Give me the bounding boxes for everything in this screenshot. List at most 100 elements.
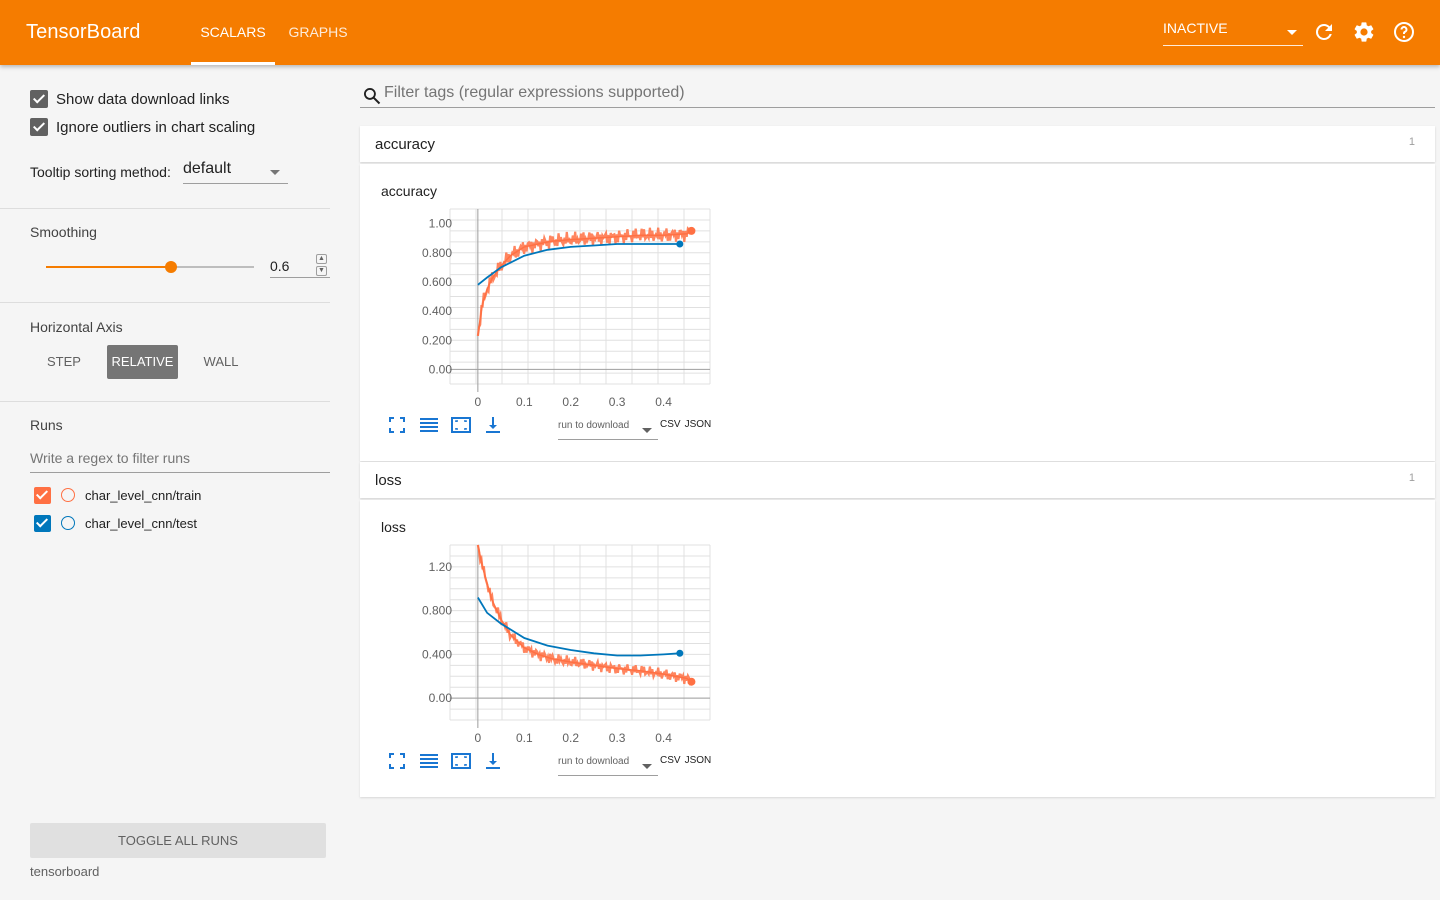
smoothing-slider[interactable] bbox=[46, 261, 254, 273]
chevron-down-icon bbox=[270, 170, 280, 175]
run-item-test[interactable]: char_level_cnn/test bbox=[34, 513, 197, 533]
axis-relative-button[interactable]: RELATIVE bbox=[107, 345, 178, 379]
search-icon bbox=[364, 88, 381, 105]
run-to-download-value: run to download bbox=[558, 756, 630, 767]
y-tick-label: 0.00 bbox=[429, 691, 453, 705]
csv-link[interactable]: CSV bbox=[660, 419, 681, 430]
smoothing-slider-knob[interactable] bbox=[164, 261, 177, 273]
run-to-download-value: run to download bbox=[558, 420, 630, 431]
ignore-outliers-label: Ignore outliers in chart scaling bbox=[56, 118, 256, 136]
chart-card-loss: loss 0.00 0.400 0.800 1.20 0 0.1 0.2 0.3 0.4 run… bbox=[360, 500, 1435, 797]
gear-icon[interactable] bbox=[1352, 20, 1376, 44]
checkbox-checked-icon bbox=[30, 118, 48, 136]
tooltip-sorting-dropdown[interactable]: default bbox=[183, 160, 288, 184]
tooltip-sorting-value: default bbox=[183, 160, 232, 177]
y-tick-label: 1.00 bbox=[429, 217, 453, 231]
y-tick-label: 0.400 bbox=[422, 304, 452, 318]
json-link[interactable]: JSON bbox=[685, 755, 712, 766]
status-dropdown[interactable]: INACTIVE bbox=[1163, 20, 1303, 46]
run-to-download-dropdown[interactable]: run to download bbox=[558, 420, 658, 440]
csv-link[interactable]: CSV bbox=[660, 755, 681, 766]
fullscreen-icon[interactable] bbox=[387, 751, 407, 771]
help-icon[interactable] bbox=[1392, 20, 1416, 44]
x-tick-label: 0.1 bbox=[516, 731, 533, 745]
tag-filter-input[interactable]: Filter tags (regular expressions support… bbox=[384, 84, 1434, 108]
series-line bbox=[477, 243, 680, 286]
toggle-all-runs-button[interactable]: TOGGLE ALL RUNS bbox=[30, 823, 326, 858]
series-line bbox=[477, 597, 680, 657]
series-end-marker bbox=[687, 226, 696, 235]
run-color-circle-icon bbox=[61, 516, 75, 530]
fit-domain-icon[interactable] bbox=[451, 415, 471, 435]
spinner-down-icon[interactable]: ▼ bbox=[316, 266, 327, 276]
fit-domain-icon[interactable] bbox=[451, 751, 471, 771]
category-header-loss[interactable]: loss 1 bbox=[360, 462, 1435, 498]
y-tick-label: 0.200 bbox=[422, 333, 452, 347]
x-tick-label: 0.3 bbox=[609, 731, 626, 745]
list-icon[interactable] bbox=[419, 751, 439, 771]
run-item-train[interactable]: char_level_cnn/train bbox=[34, 485, 201, 505]
loss-chart[interactable]: 0.00 0.400 0.800 1.20 0 0.1 0.2 0.3 0.4 bbox=[360, 500, 780, 750]
run-name: char_level_cnn/test bbox=[85, 515, 198, 531]
smoothing-title: Smoothing bbox=[30, 224, 97, 240]
checkbox-checked-icon[interactable] bbox=[34, 514, 51, 532]
show-download-links-label: Show data download links bbox=[56, 90, 230, 108]
checkbox-checked-icon[interactable] bbox=[34, 486, 51, 504]
fullscreen-icon[interactable] bbox=[387, 415, 407, 435]
json-link[interactable]: JSON bbox=[685, 419, 712, 430]
list-icon[interactable] bbox=[419, 415, 439, 435]
category-header-accuracy[interactable]: accuracy 1 bbox=[360, 126, 1435, 162]
footer-label: tensorboard bbox=[30, 864, 100, 879]
spinner-up-icon[interactable]: ▲ bbox=[316, 254, 327, 264]
chevron-down-icon bbox=[642, 428, 652, 433]
category-count: 1 bbox=[1408, 136, 1415, 148]
active-tab-indicator bbox=[191, 62, 275, 65]
runs-title: Runs bbox=[30, 417, 63, 433]
series-end-marker bbox=[687, 677, 696, 686]
download-icon[interactable] bbox=[483, 415, 503, 435]
x-tick-label: 0 bbox=[475, 731, 482, 745]
x-tick-label: 0.1 bbox=[516, 395, 533, 409]
status-value: INACTIVE bbox=[1163, 20, 1228, 36]
y-tick-label: 0.800 bbox=[422, 604, 452, 618]
divider bbox=[0, 302, 330, 303]
tab-graphs[interactable]: GRAPHS bbox=[280, 0, 356, 65]
divider bbox=[0, 401, 330, 402]
runs-filter-input[interactable]: Write a regex to filter runs bbox=[30, 447, 330, 473]
checkbox-checked-icon bbox=[30, 90, 48, 108]
ignore-outliers-checkbox[interactable]: Ignore outliers in chart scaling bbox=[30, 117, 255, 137]
axis-wall-button[interactable]: WALL bbox=[194, 345, 248, 379]
chevron-down-icon bbox=[642, 764, 652, 769]
show-download-links-checkbox[interactable]: Show data download links bbox=[30, 89, 229, 109]
smoothing-spinner: ▲ ▼ bbox=[316, 254, 328, 278]
smoothing-input[interactable]: 0.6 ▲ ▼ bbox=[270, 254, 330, 278]
y-tick-label: 0.600 bbox=[422, 275, 452, 289]
smoothing-slider-fill bbox=[46, 266, 171, 268]
y-tick-label: 0.800 bbox=[422, 246, 452, 260]
x-tick-label: 0.4 bbox=[655, 731, 672, 745]
tab-scalars[interactable]: SCALARS bbox=[191, 0, 275, 65]
series-end-marker bbox=[676, 240, 684, 248]
tooltip-sorting-label: Tooltip sorting method: bbox=[30, 164, 171, 180]
series-raw-line bbox=[476, 544, 693, 687]
divider bbox=[0, 208, 330, 209]
accuracy-chart[interactable]: 0.00 0.200 0.400 0.600 0.800 1.00 0 0.1 0.2 0.3 0.… bbox=[360, 164, 780, 414]
app-title: TensorBoard bbox=[26, 21, 141, 43]
category-name: loss bbox=[375, 472, 402, 489]
run-color-circle-icon bbox=[61, 488, 75, 502]
top-app-bar: TensorBoard SCALARS GRAPHS INACTIVE bbox=[0, 0, 1440, 65]
sidebar: Show data download links Ignore outliers… bbox=[0, 65, 345, 900]
smoothing-value: 0.6 bbox=[270, 258, 290, 274]
run-to-download-dropdown[interactable]: run to download bbox=[558, 756, 658, 776]
x-tick-label: 0.3 bbox=[609, 395, 626, 409]
axis-step-button[interactable]: STEP bbox=[38, 345, 90, 379]
refresh-icon[interactable] bbox=[1312, 20, 1336, 44]
download-links: CSV JSON bbox=[660, 755, 715, 766]
x-tick-label: 0 bbox=[475, 395, 482, 409]
horizontal-axis-title: Horizontal Axis bbox=[30, 319, 123, 335]
category-count: 1 bbox=[1408, 472, 1415, 484]
category-name: accuracy bbox=[375, 136, 436, 153]
download-icon[interactable] bbox=[483, 751, 503, 771]
filter-underline bbox=[360, 107, 1435, 108]
series-end-marker bbox=[676, 649, 684, 657]
